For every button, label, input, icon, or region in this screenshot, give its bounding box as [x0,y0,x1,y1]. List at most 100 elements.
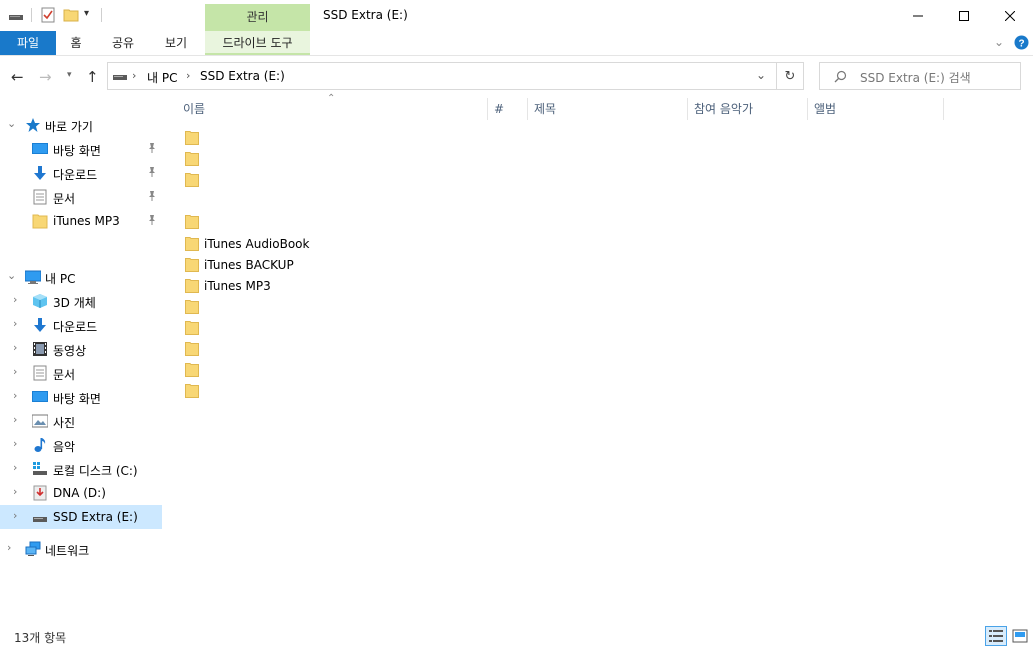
pin-icon[interactable] [146,166,158,178]
nav-ssd-extra-e[interactable]: › SSD Extra (E:) [0,505,162,529]
nav-this-pc[interactable]: ⌄ 내 PC [0,265,162,289]
properties-icon[interactable] [40,7,56,23]
nav-quick-access[interactable]: ⌄ 바로 가기 [0,113,162,137]
column-divider[interactable] [807,98,808,120]
collapsed-chevron-icon[interactable]: › [13,437,17,450]
folder-icon [185,215,199,229]
nav-dna-d[interactable]: › DNA (D:) [0,481,162,505]
nav-videos[interactable]: › 동영상 [0,337,162,361]
ribbon-expand-icon[interactable]: ⌄ [994,35,1004,49]
document-icon [33,365,47,381]
nav-quick-documents[interactable]: 문서 [0,185,162,209]
nav-documents[interactable]: › 문서 [0,361,162,385]
recent-locations-icon[interactable]: ▾ [67,70,72,80]
computer-icon [25,270,41,284]
file-list: ⌃ 이름 # 제목 참여 음악가 앨범 iTunes AudioBook iTu… [165,93,1033,624]
nav-quick-downloads[interactable]: 다운로드 [0,161,162,185]
cube-icon [33,294,47,308]
drive-icon [33,517,47,522]
maximize-button[interactable] [941,0,987,31]
tab-manage[interactable]: 관리 [205,4,310,31]
search-box[interactable]: SSD Extra (E:) 검색 [819,62,1021,90]
nav-quick-itunes-mp3[interactable]: iTunes MP3 [0,209,162,233]
large-icons-view-icon [1012,629,1028,643]
breadcrumb-this-pc[interactable]: 내 PC [147,69,177,86]
qat-separator [101,8,102,22]
status-bar [0,624,1033,649]
qat-customize-icon[interactable]: ▾ [84,8,89,19]
tab-view[interactable]: 보기 [157,31,195,55]
tab-drive-tools[interactable]: 드라이브 도구 [205,31,310,55]
column-header-artist[interactable]: 참여 음악가 [694,96,804,122]
column-header-name[interactable]: 이름 [183,96,483,122]
large-icons-view-button[interactable] [1009,626,1031,646]
collapsed-chevron-icon[interactable]: › [13,293,17,306]
file-name: iTunes BACKUP [204,258,294,272]
nav-pictures[interactable]: › 사진 [0,409,162,433]
nav-music[interactable]: › 음악 [0,433,162,457]
column-divider[interactable] [527,98,528,120]
music-icon [34,438,46,452]
nav-label: 3D 개체 [53,296,96,310]
desktop-icon [32,391,48,402]
up-arrow-icon[interactable]: ↑ [86,68,99,86]
nav-label: 음악 [53,440,76,454]
pin-icon[interactable] [146,142,158,154]
minimize-button[interactable] [895,0,941,31]
expanded-chevron-icon[interactable]: ⌄ [7,269,16,282]
column-divider[interactable] [487,98,488,120]
nav-quick-access-label: 바로 가기 [45,120,93,134]
pin-icon[interactable] [146,214,158,226]
download-icon [34,166,46,180]
close-button[interactable] [987,0,1033,31]
refresh-button[interactable]: ↻ [777,62,804,90]
collapsed-chevron-icon[interactable]: › [13,317,17,330]
collapsed-chevron-icon[interactable]: › [13,413,17,426]
minimize-icon [913,15,923,16]
nav-label: 바탕 화면 [53,392,101,406]
new-folder-icon[interactable] [63,7,79,23]
column-header-number[interactable]: # [494,96,524,122]
address-dropdown-icon[interactable]: ⌄ [756,68,766,82]
column-header-title[interactable]: 제목 [534,96,684,122]
collapsed-chevron-icon[interactable]: › [13,485,17,498]
nav-local-disk-c[interactable]: › 로컬 디스크 (C:) [0,457,162,481]
tab-share[interactable]: 공유 [104,31,142,55]
collapsed-chevron-icon[interactable]: › [13,365,17,378]
folder-icon [185,384,199,398]
collapsed-chevron-icon[interactable]: › [7,541,11,554]
expanded-chevron-icon[interactable]: ⌄ [7,117,16,130]
tab-home[interactable]: 홈 [60,31,92,55]
network-icon [25,541,41,556]
back-arrow-icon[interactable]: ← [11,68,24,86]
column-header-album[interactable]: 앨범 [814,96,934,122]
details-view-button[interactable] [985,626,1007,646]
nav-this-pc-label: 내 PC [45,272,76,286]
nav-label: SSD Extra (E:) [53,510,138,524]
column-divider[interactable] [943,98,944,120]
search-icon [834,70,847,83]
nav-downloads[interactable]: › 다운로드 [0,313,162,337]
breadcrumb-current[interactable]: SSD Extra (E:) [200,69,285,83]
title-bar: ▾ 관리 SSD Extra (E:) [0,0,1033,31]
folder-icon [185,300,199,314]
collapsed-chevron-icon[interactable]: › [13,509,17,522]
navigation-pane: ⌄ 바로 가기 바탕 화면 다운로드 문서 iTunes MP3 ⌄ 내 PC … [0,96,165,624]
drive-icon[interactable] [8,7,24,23]
pin-icon[interactable] [146,190,158,202]
nav-desktop[interactable]: › 바탕 화면 [0,385,162,409]
folder-icon [185,152,199,166]
collapsed-chevron-icon[interactable]: › [13,341,17,354]
help-icon[interactable]: ? [1014,35,1029,50]
nav-network[interactable]: › 네트워크 [0,537,162,561]
collapsed-chevron-icon[interactable]: › [13,461,17,474]
nav-quick-desktop[interactable]: 바탕 화면 [0,137,162,161]
file-name: iTunes AudioBook [204,237,310,251]
collapsed-chevron-icon[interactable]: › [13,389,17,402]
qat-separator [31,8,32,22]
column-divider[interactable] [687,98,688,120]
address-bar[interactable]: › 내 PC › SSD Extra (E:) ⌄ [107,62,777,90]
tab-file[interactable]: 파일 [0,31,56,55]
forward-arrow-icon[interactable]: → [39,68,52,86]
nav-3d-objects[interactable]: › 3D 개체 [0,289,162,313]
